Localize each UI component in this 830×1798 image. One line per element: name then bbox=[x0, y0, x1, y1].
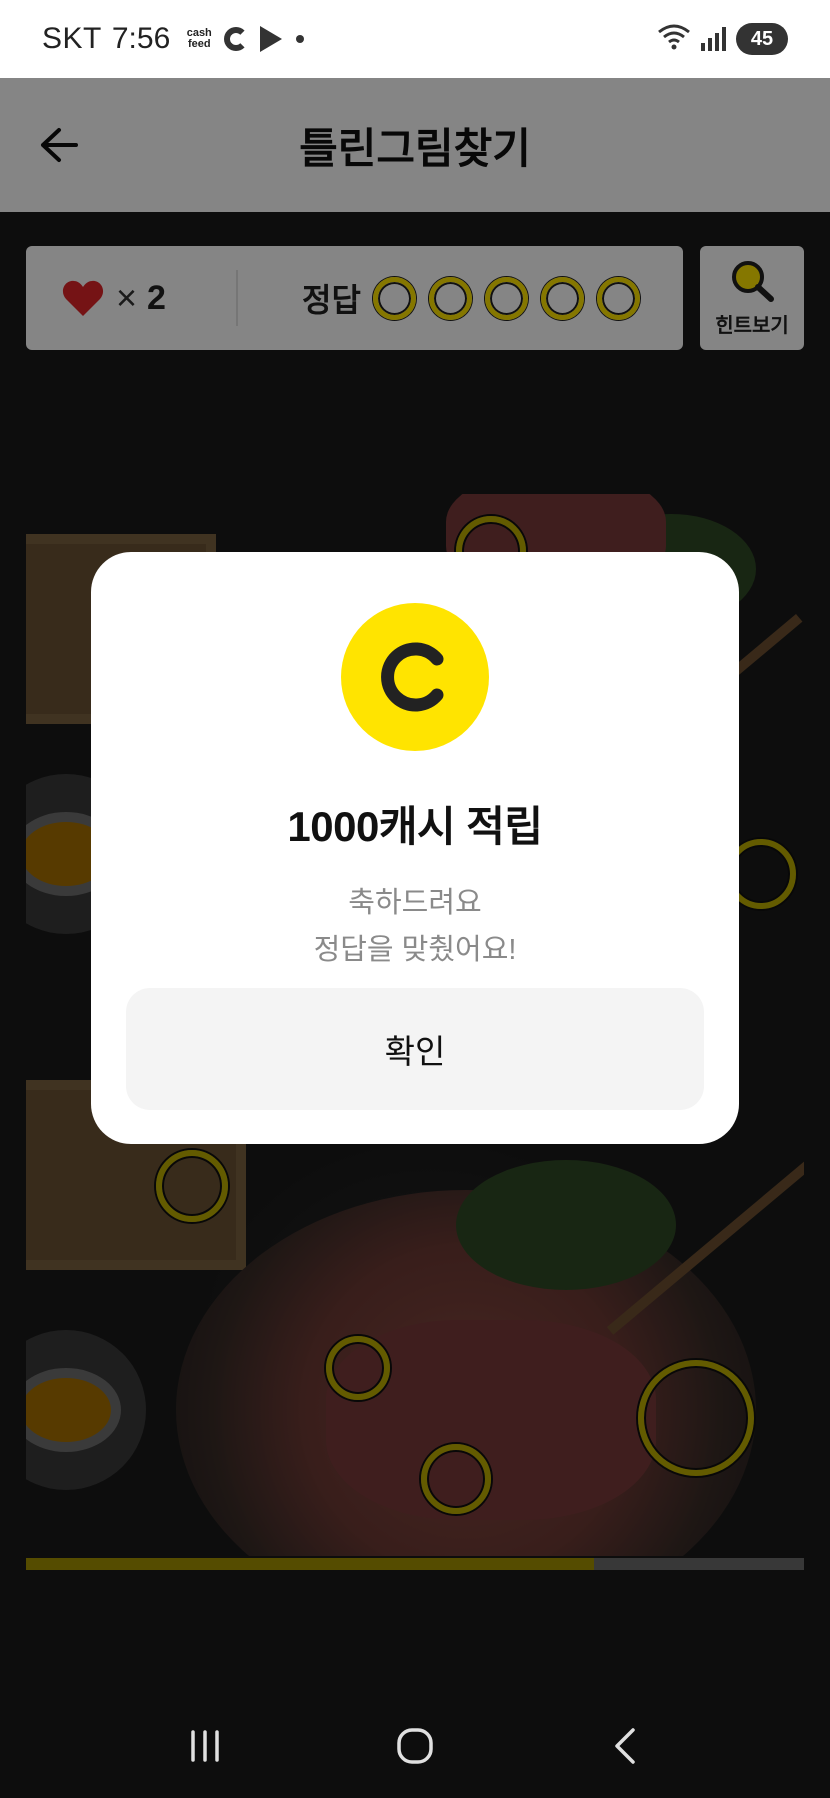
dialog-message-line1: 축하드려요 bbox=[348, 887, 482, 919]
dialog-message: 축하드려요 정답을 맞췄어요! bbox=[314, 880, 517, 974]
reward-dialog: 1000캐시 적립 축하드려요 정답을 맞췄어요! 확인 bbox=[91, 552, 739, 1144]
notification-dot-icon bbox=[296, 35, 305, 43]
cashfeed-icon: cash feed bbox=[186, 27, 212, 50]
c-app-icon bbox=[224, 27, 249, 51]
dialog-title: 1000캐시 적립 bbox=[287, 803, 543, 850]
status-bar: SKT 7:56 cash feed 45 bbox=[0, 0, 830, 78]
confirm-button[interactable]: 확인 bbox=[126, 988, 704, 1110]
recents-icon bbox=[191, 1730, 219, 1762]
wifi-icon bbox=[657, 22, 691, 57]
home-icon bbox=[397, 1728, 433, 1764]
back-nav-button[interactable] bbox=[585, 1706, 665, 1786]
cash-coin-icon bbox=[341, 603, 489, 751]
system-nav-bar bbox=[0, 1694, 830, 1798]
battery-icon: 45 bbox=[736, 23, 788, 55]
recents-button[interactable] bbox=[165, 1706, 245, 1786]
carrier-label: SKT bbox=[42, 22, 102, 55]
home-button[interactable] bbox=[375, 1706, 455, 1786]
signal-icon bbox=[701, 27, 726, 51]
dialog-message-line2: 정답을 맞췄어요! bbox=[313, 934, 517, 966]
play-store-icon bbox=[260, 26, 283, 52]
back-icon bbox=[615, 1728, 635, 1764]
clock: 7:56 bbox=[111, 22, 171, 55]
